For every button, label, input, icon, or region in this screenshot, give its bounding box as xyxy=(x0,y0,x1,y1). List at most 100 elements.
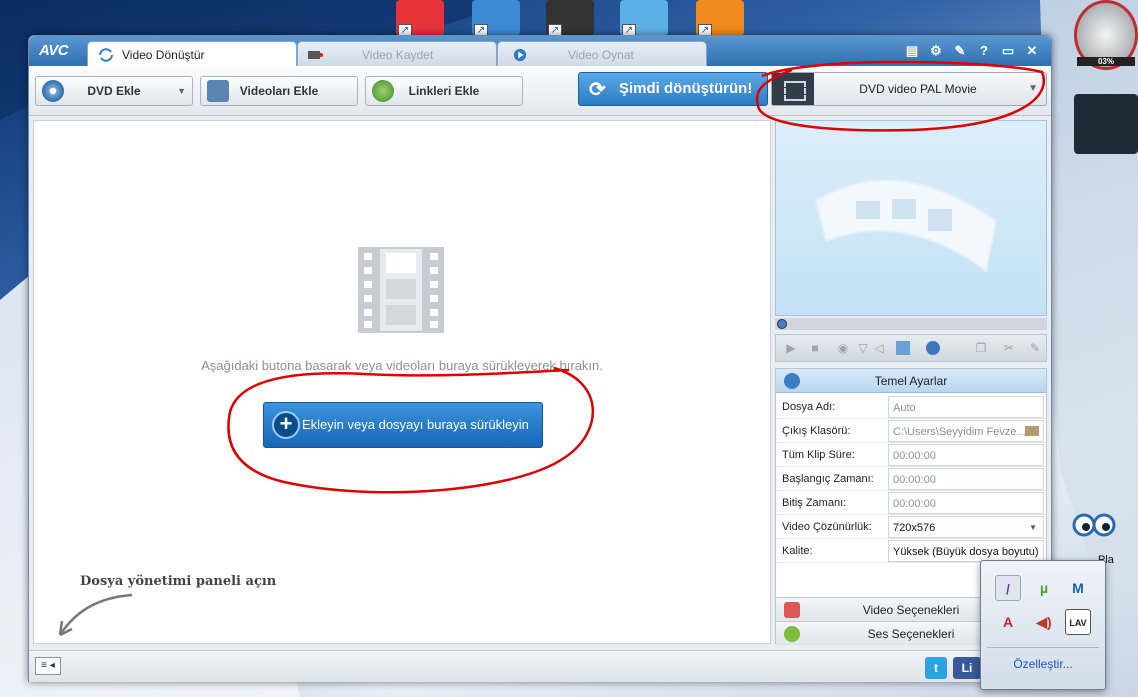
twitter-icon[interactable]: t xyxy=(925,657,947,679)
tab-label: Video Dönüştür xyxy=(122,48,205,62)
facebook-label: Li xyxy=(961,661,973,675)
seek-handle[interactable] xyxy=(777,319,787,329)
video-options-label: Video Seçenekleri xyxy=(862,603,960,617)
wrench-icon[interactable]: ✎ xyxy=(1028,341,1042,355)
convert-tab-icon xyxy=(99,48,113,62)
setting-row-start-time: Başlangıç Zamanı: 00:00:00 xyxy=(776,467,1046,491)
add-or-drop-button[interactable]: + Ekleyin veya dosyayı buraya sürükleyin xyxy=(263,402,543,448)
desktop-icon-download[interactable]: ↗ xyxy=(396,0,444,38)
film-placeholder-icon xyxy=(358,247,444,333)
basic-settings-header[interactable]: Temel Ayarlar xyxy=(776,369,1046,393)
setting-label: Çıkış Klasörü: xyxy=(782,425,851,437)
film-strip-icon xyxy=(772,73,814,105)
add-dvd-label: DVD Ekle xyxy=(87,84,141,98)
gauge-percent: 03% xyxy=(1077,57,1135,66)
volume-slider[interactable] xyxy=(896,341,910,355)
app-logo: AVC xyxy=(39,42,69,59)
record-tab-icon xyxy=(308,51,323,59)
status-bar: ≡ ◂ t Li xyxy=(29,650,1051,682)
avira-tray-icon[interactable]: A xyxy=(995,609,1021,635)
chevron-down-icon[interactable]: ▼ xyxy=(1028,73,1038,105)
close-icon[interactable]: ✕ xyxy=(1023,42,1041,60)
drop-hint-text: Aşağıdaki butona basarak veya videoları … xyxy=(201,358,603,373)
utorrent-tray-icon[interactable]: µ xyxy=(1031,575,1057,601)
copy-icon[interactable]: ❐ xyxy=(974,341,988,355)
title-tools: ▤ ⚙ ✎ ? ▭ ✕ xyxy=(903,42,1041,60)
folder-icon[interactable] xyxy=(1025,426,1039,436)
output-folder-input[interactable]: C:\Users\Seyyidim Fevze... xyxy=(888,420,1044,442)
scissors-icon[interactable]: ✂ xyxy=(1002,341,1016,355)
setting-row-total-duration: Tüm Klip Süre: 00:00:00 xyxy=(776,443,1046,467)
setting-label: Video Çözünürlük: xyxy=(782,521,872,533)
malwarebytes-tray-icon[interactable]: M xyxy=(1065,575,1091,601)
setting-row-end-time: Bitiş Zamanı: 00:00:00 xyxy=(776,491,1046,515)
speaker-icon xyxy=(784,626,800,642)
pen-tool-tray-icon[interactable]: / xyxy=(995,575,1021,601)
maximize-icon[interactable]: ▭ xyxy=(999,42,1017,60)
setting-label: Kalite: xyxy=(782,545,813,557)
add-links-button[interactable]: Linkleri Ekle xyxy=(365,76,523,106)
resolution-select[interactable]: 720x576 ▼ xyxy=(888,516,1044,538)
basic-settings-title: Temel Ayarlar xyxy=(874,374,948,388)
start-time-input[interactable]: 00:00:00 xyxy=(888,468,1044,490)
add-videos-label: Videoları Ekle xyxy=(239,84,319,98)
play-icon[interactable]: ▶ xyxy=(784,341,798,355)
refresh-icon: ⟳ xyxy=(589,79,606,101)
add-dvd-button[interactable]: DVD Ekle ▼ xyxy=(35,76,193,106)
quality-select[interactable]: Yüksek (Büyük dosya boyutu) xyxy=(888,540,1044,562)
output-profile-select[interactable]: DVD video PAL Movie ▼ xyxy=(771,72,1047,106)
desktop-icon-app-orange[interactable]: ↗ xyxy=(696,0,744,38)
plus-icon: + xyxy=(272,411,300,439)
seek-bar[interactable] xyxy=(775,318,1047,330)
stop-icon[interactable]: ■ xyxy=(808,341,822,355)
filename-input[interactable]: Auto xyxy=(888,396,1044,418)
total-duration-value: 00:00:00 xyxy=(888,444,1044,466)
playback-controls: ▶ ■ ◉ ▽ ◁ ❐ ✂ ✎ xyxy=(775,334,1047,362)
wrench-icon[interactable]: ✎ xyxy=(951,42,969,60)
setting-label: Tüm Klip Süre: xyxy=(782,449,855,461)
camera-icon[interactable]: ◉ xyxy=(836,341,850,355)
desktop-icon-app-dark[interactable]: ↗ xyxy=(546,0,594,38)
chevron-down-icon[interactable]: ▽ xyxy=(856,341,870,355)
gear-icon[interactable]: ⚙ xyxy=(927,42,945,60)
setting-label: Dosya Adı: xyxy=(782,401,836,413)
customize-link[interactable]: Özelleştir... xyxy=(981,657,1105,671)
setting-label: Bitiş Zamanı: xyxy=(782,497,847,509)
add-or-drop-label: Ekleyin veya dosyayı buraya sürükleyin xyxy=(302,417,529,432)
eyes-icon xyxy=(1072,513,1116,537)
desktop-gadget-panel[interactable] xyxy=(1074,94,1138,154)
lav-filters-tray-icon[interactable]: LAV xyxy=(1065,609,1091,635)
volume-tray-icon[interactable]: ◀) xyxy=(1031,609,1057,635)
resolution-value: 720x576 xyxy=(893,522,936,534)
film-icon xyxy=(784,602,800,618)
tab-video-convert[interactable]: Video Dönüştür xyxy=(87,41,297,67)
convert-label: Şimdi dönüştürün! xyxy=(619,80,753,97)
curved-arrow-icon xyxy=(58,593,133,637)
file-manager-toggle[interactable]: ≡ ◂ xyxy=(35,657,61,675)
file-drop-area[interactable]: Aşağıdaki butona basarak veya videoları … xyxy=(33,120,771,644)
chevron-down-icon[interactable]: ▼ xyxy=(177,77,186,105)
output-folder-value: C:\Users\Seyyidim Fevze... xyxy=(893,426,1026,438)
tab-label: Video Kaydet xyxy=(362,48,434,62)
help-icon[interactable]: ? xyxy=(975,42,993,60)
volume-handle[interactable] xyxy=(926,341,940,355)
chevron-down-icon[interactable]: ▼ xyxy=(1029,517,1037,537)
volume-icon[interactable]: ◁ xyxy=(872,341,886,355)
add-videos-button[interactable]: Videoları Ekle xyxy=(200,76,358,106)
tab-video-record[interactable]: Video Kaydet xyxy=(297,41,497,67)
title-bar: AVC Video Dönüştür Video Kaydet Video Oy… xyxy=(29,36,1051,67)
desktop-icon-app-blue[interactable]: ↗ xyxy=(472,0,520,38)
convert-now-button[interactable]: ⟳ Şimdi dönüştürün! xyxy=(578,72,768,106)
tab-video-play[interactable]: Video Oynat xyxy=(497,41,707,67)
end-time-input[interactable]: 00:00:00 xyxy=(888,492,1044,514)
settings-icon xyxy=(784,373,800,389)
desktop-icon-eyes[interactable] xyxy=(1072,510,1116,548)
app-window: AVC Video Dönüştür Video Kaydet Video Oy… xyxy=(28,35,1052,682)
preview-film-graphic xyxy=(814,179,998,273)
tray-divider xyxy=(987,647,1099,648)
desktop-icon-app-sky[interactable]: ↗ xyxy=(620,0,668,38)
menu-icon[interactable]: ▤ xyxy=(903,42,921,60)
cpu-gauge-gadget[interactable]: 03% xyxy=(1074,0,1138,70)
setting-row-output-folder: Çıkış Klasörü: C:\Users\Seyyidim Fevze..… xyxy=(776,419,1046,443)
facebook-button[interactable]: Li xyxy=(953,657,981,679)
